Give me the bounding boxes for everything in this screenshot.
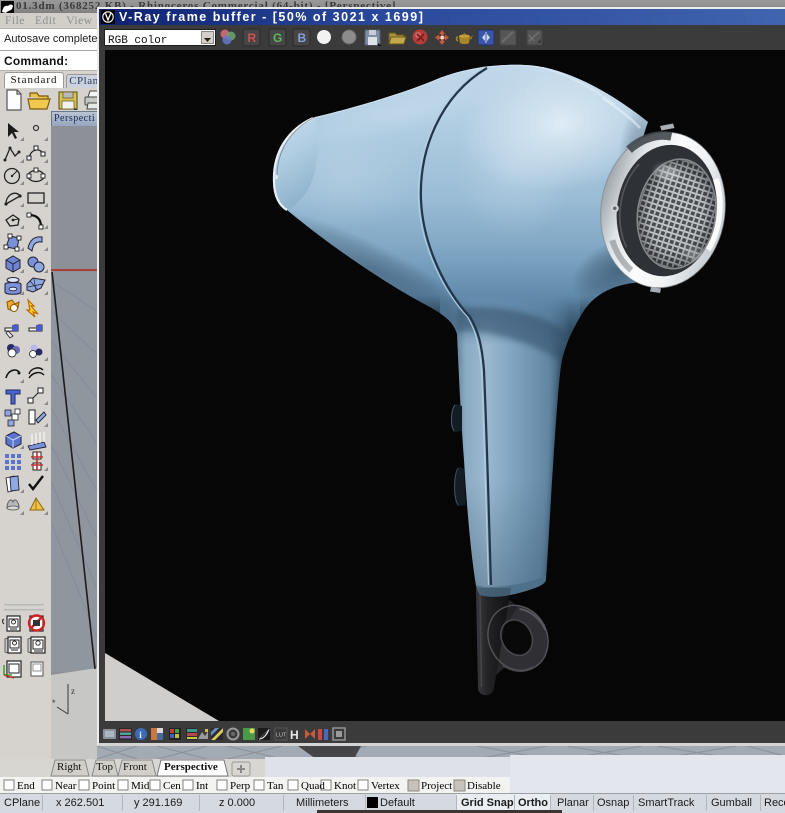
svg-text:Grid Snap: Grid Snap: [461, 797, 514, 809]
svg-text:Record: Record: [764, 797, 785, 809]
svg-text:Planar: Planar: [557, 797, 589, 809]
svg-text:Disable: Disable: [467, 780, 501, 792]
svg-text:Int: Int: [196, 780, 208, 792]
svg-text:End: End: [17, 780, 35, 792]
svg-text:Near: Near: [55, 780, 77, 792]
svg-text:Perp: Perp: [230, 780, 251, 792]
svg-text:LUT: LUT: [276, 733, 287, 739]
svg-text:Project: Project: [421, 780, 452, 792]
svg-text:Vertex: Vertex: [371, 780, 400, 792]
svg-text:Mid: Mid: [131, 780, 150, 792]
svg-text:Default: Default: [380, 797, 415, 809]
svg-text:Point: Point: [92, 780, 115, 792]
svg-text:SmartTrack: SmartTrack: [638, 797, 695, 809]
svg-text:H: H: [290, 728, 299, 742]
svg-text:Knot: Knot: [334, 780, 356, 792]
svg-text:G: G: [273, 31, 282, 45]
svg-text:CPlane: CPlane: [4, 797, 40, 809]
svg-text:Tan: Tan: [267, 780, 284, 792]
svg-text:Ortho: Ortho: [518, 797, 548, 809]
svg-text:Cen: Cen: [163, 780, 181, 792]
svg-text:R: R: [248, 31, 257, 45]
svg-text:y 291.169: y 291.169: [134, 797, 182, 809]
svg-text:Osnap: Osnap: [597, 797, 629, 809]
svg-text:z 0.000: z 0.000: [219, 797, 255, 809]
svg-text:B: B: [298, 31, 307, 45]
svg-text:Gumball: Gumball: [711, 797, 752, 809]
svg-text:Quad: Quad: [301, 780, 325, 792]
svg-text:Millimeters: Millimeters: [296, 797, 349, 809]
svg-text:*: *: [52, 698, 56, 708]
svg-text:z: z: [71, 686, 75, 696]
svg-text:x 262.501: x 262.501: [56, 797, 104, 809]
